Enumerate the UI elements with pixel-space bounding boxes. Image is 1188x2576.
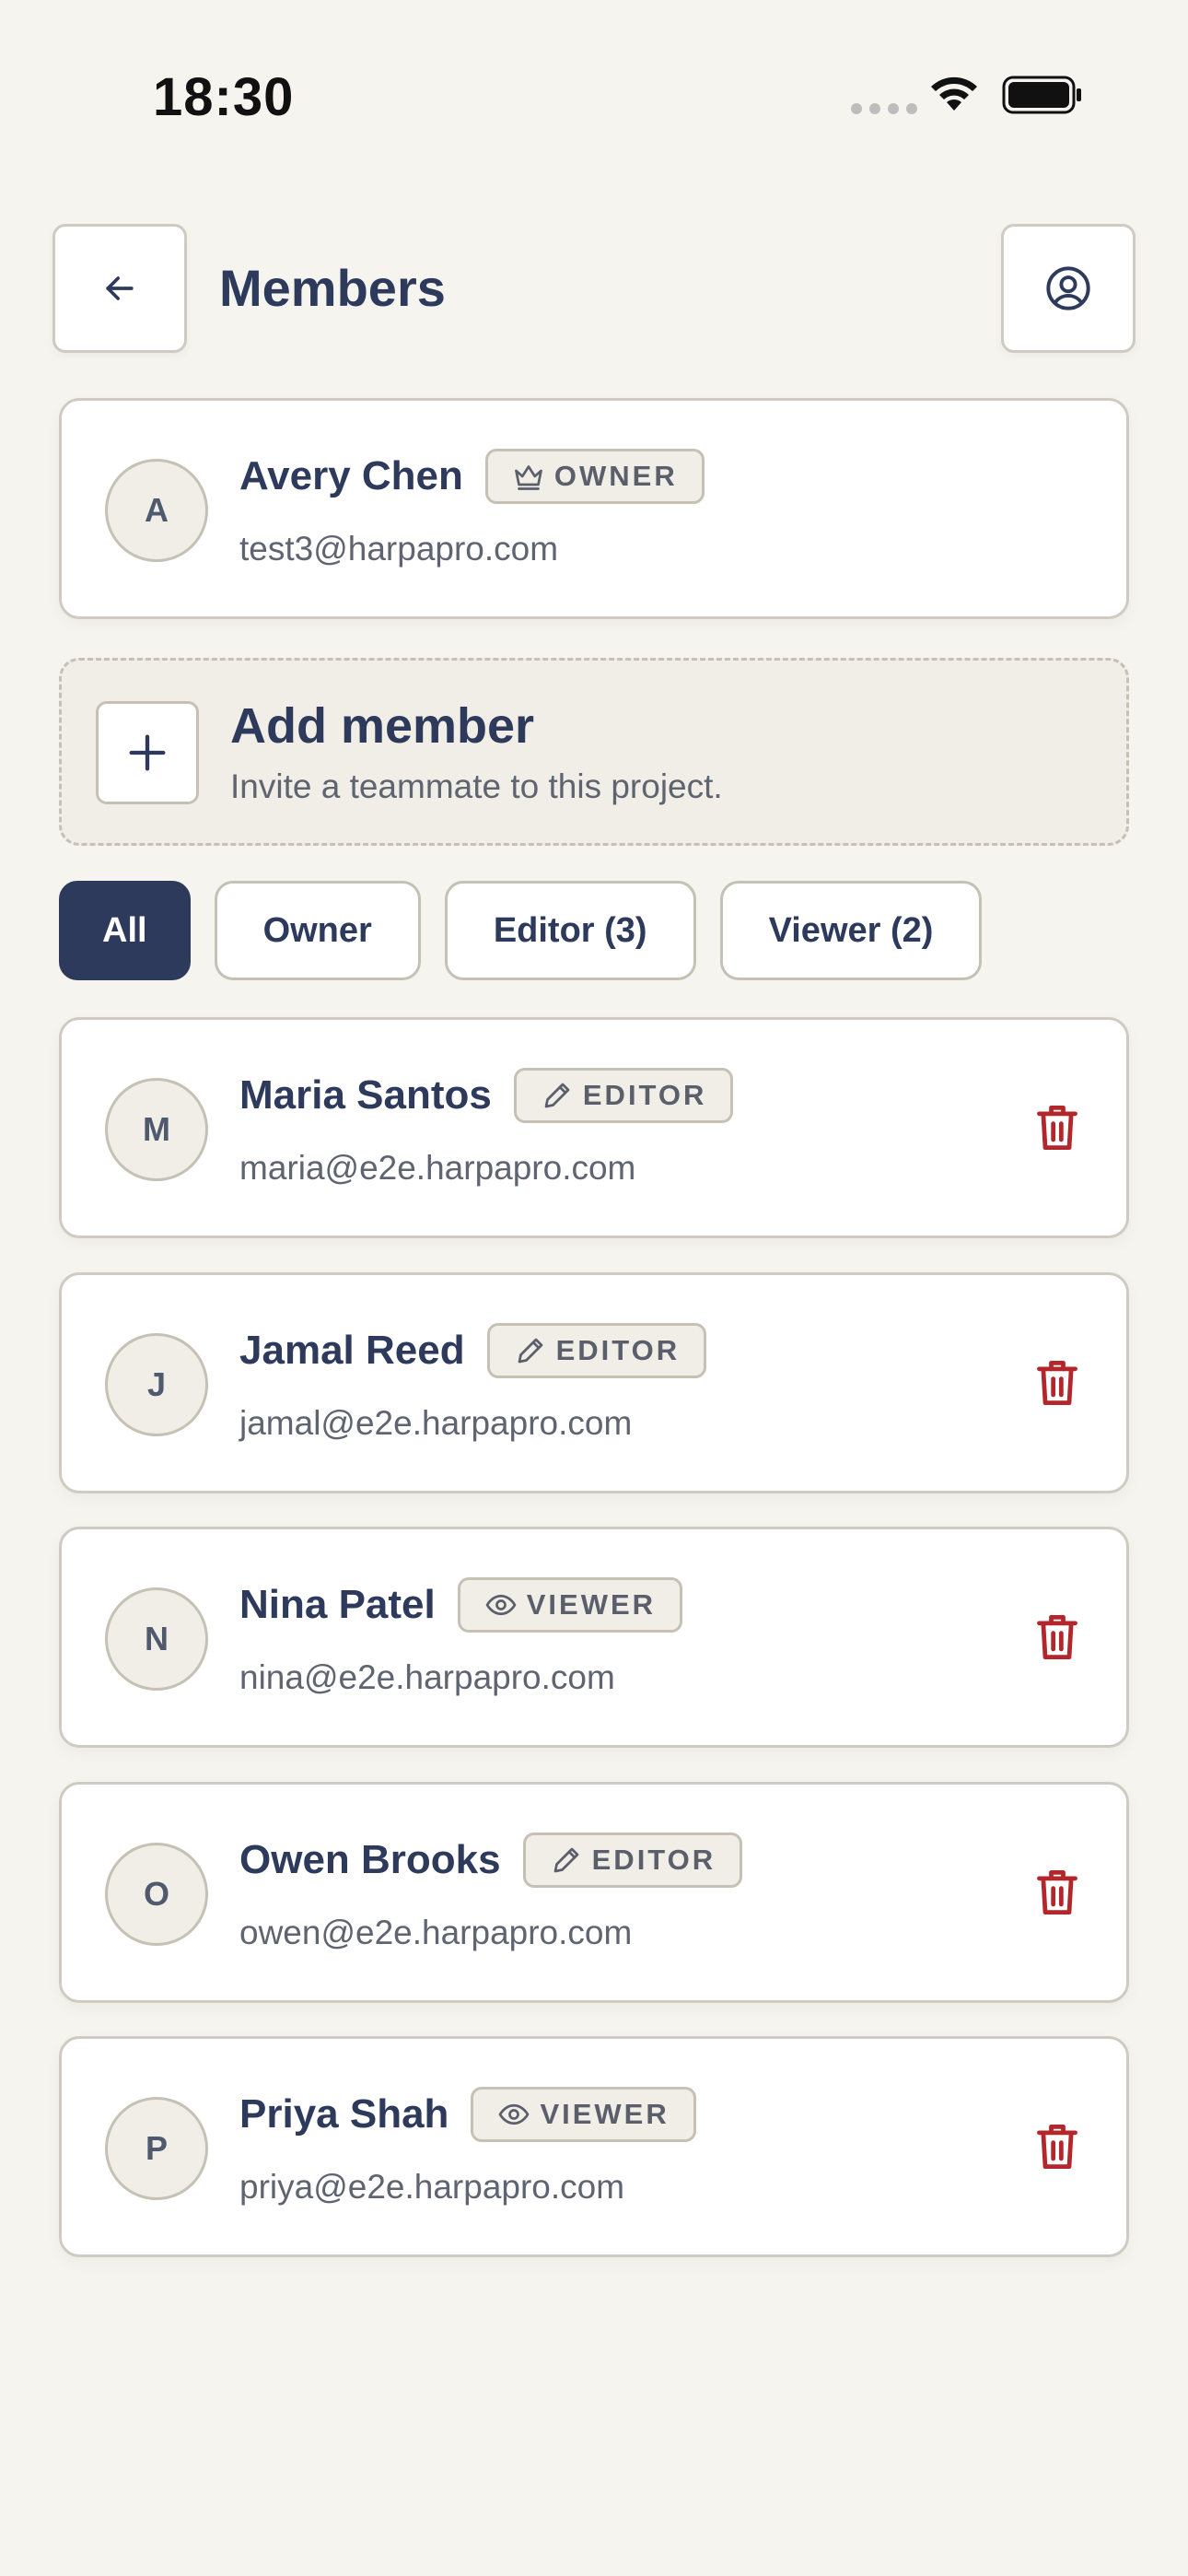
role-label: EDITOR <box>582 1079 707 1111</box>
member-name: Avery Chen <box>239 453 463 498</box>
role-filter-tabs: All Owner Editor (3) Viewer (2) <box>59 881 983 980</box>
avatar: A <box>105 459 208 562</box>
member-card: P Priya Shah VIEWER priya@e2e.harpapro.c… <box>59 2036 1129 2257</box>
add-member-title: Add member <box>230 698 535 754</box>
delete-member-button[interactable] <box>1025 1605 1089 1669</box>
cellular-signal-icon <box>851 103 917 114</box>
back-button[interactable] <box>52 224 187 353</box>
arrow-left-icon <box>106 276 134 300</box>
avatar: N <box>105 1587 208 1691</box>
add-member-button[interactable]: Add member Invite a teammate to this pro… <box>59 658 1129 846</box>
member-name: Maria Santos <box>239 1072 492 1118</box>
role-label: EDITOR <box>555 1334 681 1366</box>
pencil-icon <box>553 1847 578 1873</box>
trash-icon <box>1037 1360 1077 1406</box>
filter-chip-editor[interactable]: Editor (3) <box>444 881 696 980</box>
role-label: OWNER <box>553 460 678 492</box>
role-badge: EDITOR <box>513 1068 734 1123</box>
user-circle-icon <box>1046 266 1090 310</box>
role-badge: VIEWER <box>457 1577 683 1633</box>
wifi-icon <box>931 76 977 111</box>
member-card: M Maria Santos EDITOR maria@e2e.harpapro… <box>59 1017 1129 1238</box>
delete-member-button[interactable] <box>1025 2114 1089 2179</box>
status-bar: 18:30 <box>0 0 1188 184</box>
member-name: Owen Brooks <box>239 1837 501 1882</box>
member-name-row: Jamal Reed EDITOR <box>239 1323 707 1378</box>
delete-member-button[interactable] <box>1025 1351 1089 1415</box>
role-badge: VIEWER <box>471 2087 696 2142</box>
pencil-icon <box>518 1338 542 1364</box>
member-email: priya@e2e.harpapro.com <box>239 2168 625 2206</box>
member-email: jamal@e2e.harpapro.com <box>239 1404 633 1442</box>
member-name-row: Priya Shah VIEWER <box>239 2087 696 2142</box>
owner-card: A Avery Chen OWNER test3@harpapro.com <box>59 398 1129 619</box>
avatar: O <box>105 1843 208 1946</box>
trash-icon <box>1037 1869 1077 1915</box>
member-card: O Owen Brooks EDITOR owen@e2e.harpapro.c… <box>59 1782 1129 2003</box>
role-badge: EDITOR <box>486 1323 707 1378</box>
battery-icon <box>1002 76 1081 114</box>
page-title: Members <box>219 259 446 317</box>
role-badge: EDITOR <box>522 1832 743 1888</box>
avatar: J <box>105 1333 208 1436</box>
member-email: owen@e2e.harpapro.com <box>239 1914 633 1951</box>
avatar: P <box>105 2097 208 2200</box>
member-email: test3@harpapro.com <box>239 530 559 568</box>
trash-icon <box>1037 1105 1077 1151</box>
member-name: Jamal Reed <box>239 1328 465 1373</box>
member-name-row: Maria Santos EDITOR <box>239 1068 734 1123</box>
filter-chip-owner[interactable]: Owner <box>214 881 421 980</box>
filter-chip-viewer[interactable]: Viewer (2) <box>719 881 983 980</box>
pencil-icon <box>544 1083 570 1108</box>
member-name-row: Owen Brooks EDITOR <box>239 1832 743 1888</box>
members-screen: 18:30 Members A Avery Chen OWNER test3@h… <box>0 0 1188 2576</box>
add-icon-box <box>96 701 199 804</box>
profile-button[interactable] <box>1001 224 1136 353</box>
owner-name-row: Avery Chen OWNER <box>239 449 705 504</box>
member-name-row: Nina Patel VIEWER <box>239 1577 683 1633</box>
filter-chip-all[interactable]: All <box>59 881 191 980</box>
member-email: maria@e2e.harpapro.com <box>239 1149 636 1187</box>
member-name: Nina Patel <box>239 1582 436 1627</box>
trash-icon <box>1037 2124 1077 2170</box>
member-card: N Nina Patel VIEWER nina@e2e.harpapro.co… <box>59 1527 1129 1748</box>
crown-icon <box>515 465 542 490</box>
status-time: 18:30 <box>153 67 295 127</box>
avatar: M <box>105 1078 208 1181</box>
role-badge: OWNER <box>484 449 705 504</box>
trash-icon <box>1037 1614 1077 1660</box>
delete-member-button[interactable] <box>1025 1095 1089 1160</box>
eye-icon <box>485 1594 517 1616</box>
plus-icon <box>129 734 166 771</box>
member-card: J Jamal Reed EDITOR jamal@e2e.harpapro.c… <box>59 1272 1129 1493</box>
delete-member-button[interactable] <box>1025 1860 1089 1925</box>
role-label: VIEWER <box>540 2098 670 2130</box>
member-name: Priya Shah <box>239 2091 449 2137</box>
role-label: EDITOR <box>591 1844 716 1876</box>
add-member-subtitle: Invite a teammate to this project. <box>230 767 723 805</box>
member-email: nina@e2e.harpapro.com <box>239 1658 615 1696</box>
eye-icon <box>499 2103 530 2125</box>
role-label: VIEWER <box>526 1588 657 1621</box>
